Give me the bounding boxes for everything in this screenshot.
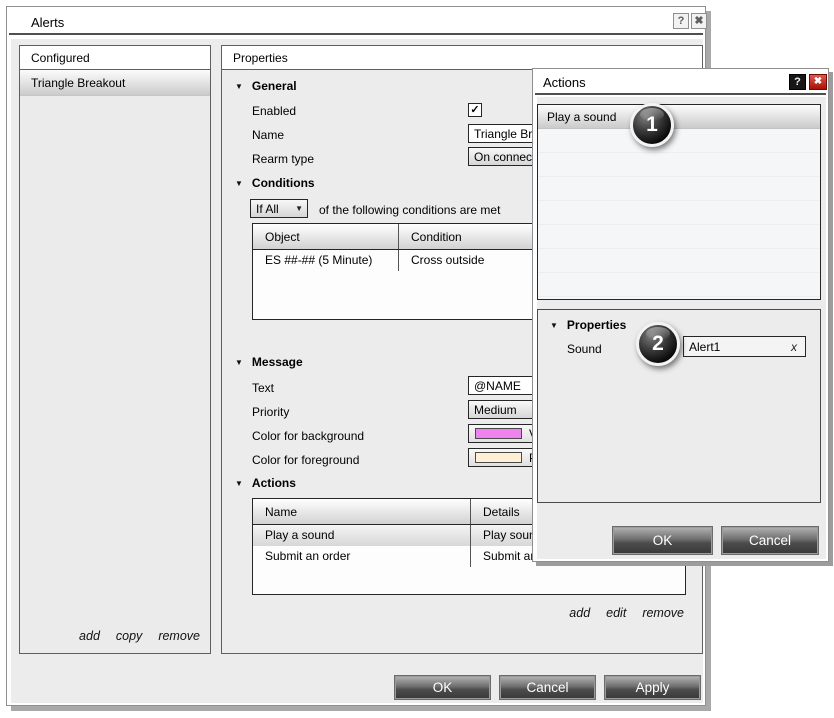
- ok-button[interactable]: OK: [395, 676, 490, 699]
- background-color-swatch: [475, 428, 522, 439]
- configured-links: add copy remove: [79, 629, 200, 643]
- add-alert-link[interactable]: add: [79, 629, 100, 643]
- actions-section-title: Actions: [252, 476, 296, 490]
- alerts-titlebar[interactable]: Alerts: [9, 9, 703, 35]
- name-label: Name: [252, 128, 284, 142]
- sound-label: Sound: [567, 342, 602, 356]
- callout-badge-2: 2: [636, 322, 680, 366]
- collapse-arrow-icon[interactable]: ▼: [235, 479, 243, 488]
- color-background-label: Color for background: [252, 429, 364, 443]
- remove-action-link[interactable]: remove: [642, 606, 684, 620]
- actions-section-header[interactable]: ▼ Actions: [235, 476, 296, 490]
- copy-alert-link[interactable]: copy: [116, 629, 142, 643]
- object-column-header[interactable]: Object: [253, 224, 399, 249]
- callout-badge-1: 1: [630, 103, 674, 147]
- action-name-cell: Play a sound: [253, 525, 471, 546]
- actions-titlebar[interactable]: Actions: [535, 71, 826, 95]
- enabled-label: Enabled: [252, 104, 296, 118]
- actions-list[interactable]: Play a sound: [537, 104, 821, 300]
- actions-links: add edit remove: [569, 606, 684, 620]
- color-foreground-label: Color for foreground: [252, 453, 359, 467]
- condition-object-cell: ES ##-## (5 Minute): [253, 250, 399, 271]
- cancel-button[interactable]: Cancel: [500, 676, 595, 699]
- conditions-section-title: Conditions: [252, 176, 315, 190]
- actions-dialog: Actions ? ✖ Play a sound ▼ Properties So…: [532, 68, 829, 562]
- action-name-cell: Submit an order: [253, 546, 471, 567]
- message-section-header[interactable]: ▼ Message: [235, 355, 303, 369]
- conditions-caption: of the following conditions are met: [319, 203, 500, 217]
- add-action-link[interactable]: add: [569, 606, 590, 620]
- ok-button[interactable]: OK: [613, 527, 712, 554]
- page-background: Alerts ? ✖ Configured Triangle Breakout …: [0, 0, 834, 718]
- action-properties-title: Properties: [567, 318, 626, 332]
- general-section-title: General: [252, 79, 297, 93]
- remove-alert-link[interactable]: remove: [158, 629, 200, 643]
- configured-panel: Configured Triangle Breakout add copy re…: [19, 45, 211, 654]
- collapse-arrow-icon[interactable]: ▼: [235, 82, 243, 91]
- action-properties-header[interactable]: ▼ Properties: [550, 318, 626, 332]
- sound-input[interactable]: Alert1 x: [683, 336, 806, 357]
- name-column-header[interactable]: Name: [253, 499, 471, 524]
- actions-list-item[interactable]: Play a sound: [538, 105, 820, 129]
- conditions-section-header[interactable]: ▼ Conditions: [235, 176, 315, 190]
- configured-panel-header: Configured: [20, 46, 210, 70]
- text-label: Text: [252, 381, 274, 395]
- message-section-title: Message: [252, 355, 303, 369]
- properties-panel-header: Properties: [222, 46, 702, 70]
- collapse-arrow-icon[interactable]: ▼: [235, 358, 243, 367]
- alerts-window-title: Alerts: [31, 15, 64, 30]
- edit-action-link[interactable]: edit: [606, 606, 626, 620]
- condition-match-value: If All: [256, 202, 279, 216]
- collapse-arrow-icon[interactable]: ▼: [235, 179, 243, 188]
- close-icon[interactable]: ✖: [809, 74, 827, 90]
- close-icon[interactable]: ✖: [691, 13, 707, 29]
- general-section-header[interactable]: ▼ General: [235, 79, 297, 93]
- collapse-arrow-icon[interactable]: ▼: [550, 321, 558, 330]
- condition-match-dropdown[interactable]: If All ▼: [250, 199, 308, 218]
- sound-value: Alert1: [689, 340, 720, 354]
- cancel-button[interactable]: Cancel: [722, 527, 818, 554]
- apply-button[interactable]: Apply: [605, 676, 700, 699]
- clear-icon[interactable]: x: [791, 340, 797, 354]
- foreground-color-swatch: [475, 452, 522, 463]
- priority-label: Priority: [252, 405, 289, 419]
- actions-dialog-title: Actions: [543, 75, 586, 90]
- help-button[interactable]: ?: [673, 13, 689, 29]
- configured-list-item[interactable]: Triangle Breakout: [20, 70, 210, 96]
- rearm-type-label: Rearm type: [252, 152, 314, 166]
- help-button[interactable]: ?: [789, 74, 806, 90]
- chevron-down-icon: ▼: [295, 204, 303, 213]
- enabled-checkbox[interactable]: ✓: [468, 103, 482, 117]
